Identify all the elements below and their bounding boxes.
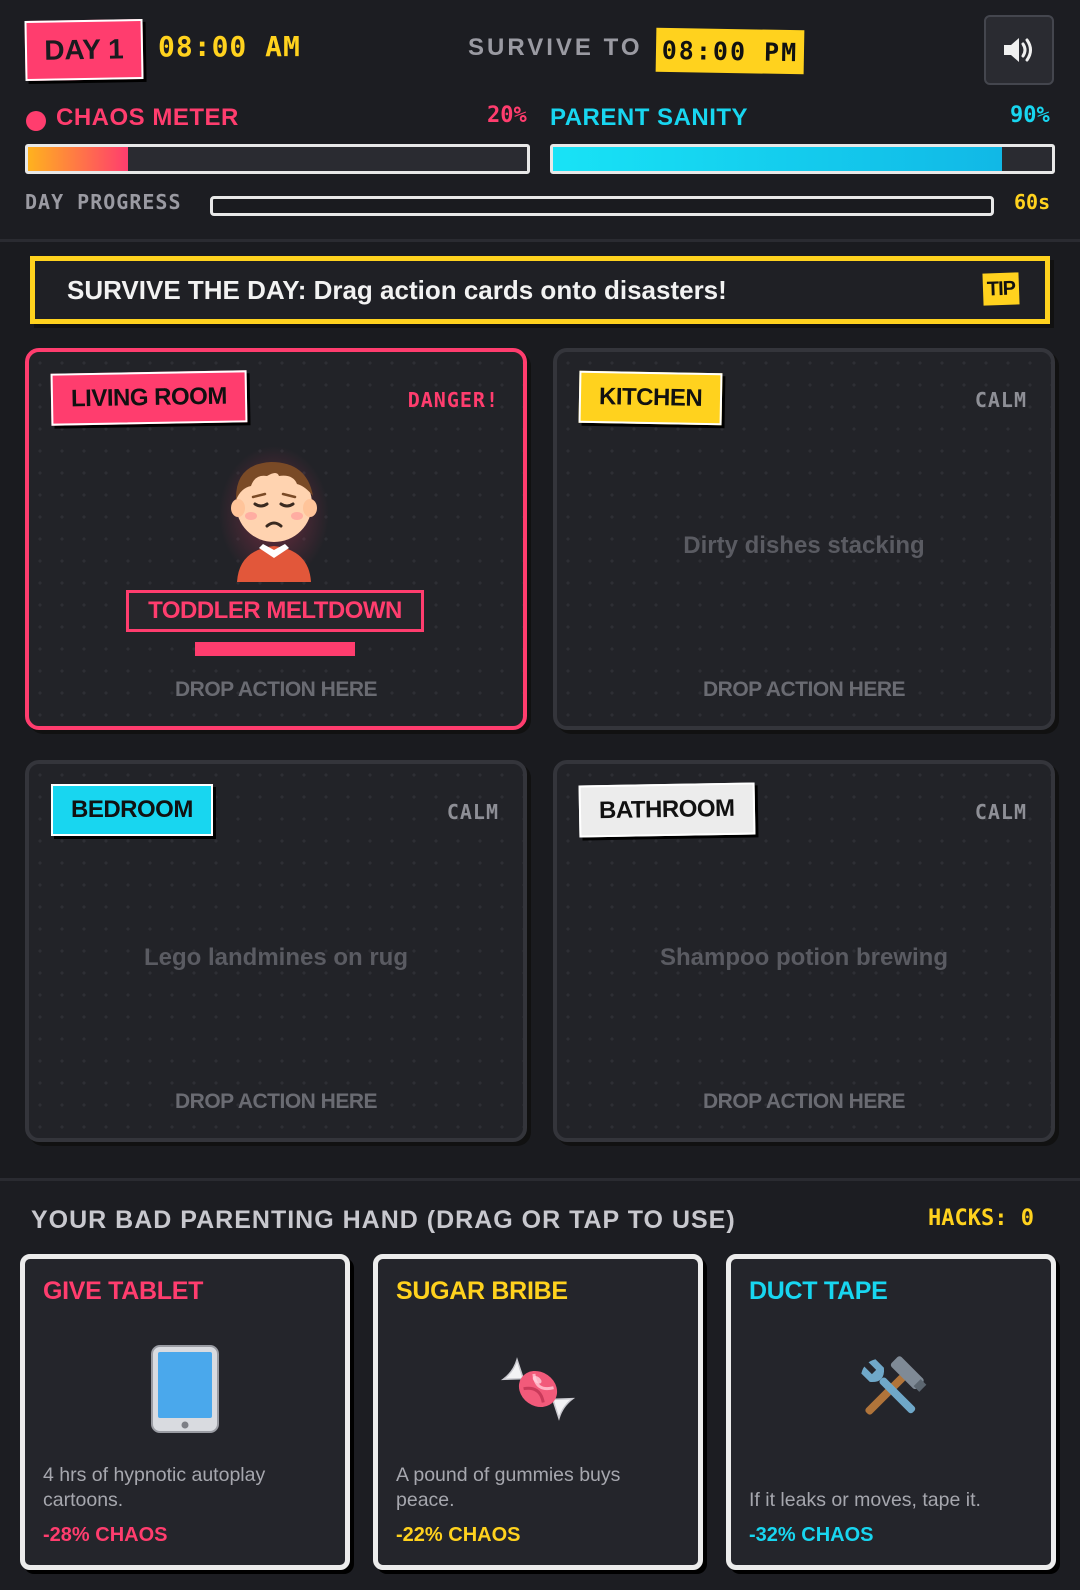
tablet-icon	[151, 1345, 219, 1433]
parent-sanity-label: PARENT SANITY	[550, 104, 749, 131]
room-status: CALM	[974, 800, 1027, 824]
card-duct-tape[interactable]: DUCT TAPE If it leaks or moves, tape it.…	[726, 1254, 1056, 1570]
hacks-counter: HACKS: 0	[928, 1206, 1034, 1231]
chaos-meter-label: CHAOS METER	[56, 104, 239, 131]
tip-badge: TIP	[982, 272, 1020, 306]
parent-sanity-bar	[550, 144, 1055, 174]
chaos-meter-fill	[28, 147, 128, 171]
room-bathroom[interactable]: BATHROOM CALM Shampoo potion brewing DRO…	[553, 760, 1055, 1142]
card-description: 4 hrs of hypnotic autoplay cartoons.	[43, 1464, 266, 1511]
drop-zone-label: DROP ACTION HERE	[174, 678, 378, 701]
game-header: DAY 1 08:00 AM SURVIVE TO 08:00 PM CHAOS…	[0, 0, 1080, 242]
card-icon-area	[25, 1339, 345, 1439]
parent-sanity-fill	[553, 147, 1003, 171]
card-effect: -22% CHAOS	[396, 1524, 521, 1546]
day-progress-label: DAY PROGRESS	[25, 190, 182, 214]
speaker-icon	[1004, 38, 1032, 62]
card-title: DUCT TAPE	[749, 1277, 888, 1305]
tip-banner: SURVIVE THE DAY: Drag action cards onto …	[30, 256, 1050, 324]
room-living-room[interactable]: LIVING ROOM DANGER! TODDLER MELTDOWN DRO…	[25, 348, 527, 730]
disaster-label: TODDLER MELTDOWN	[126, 590, 424, 632]
chaos-meter-percent: 20%	[487, 103, 527, 128]
room-status: DANGER!	[407, 388, 499, 412]
disaster-timer-bar	[195, 642, 355, 656]
survive-label: SURVIVE TO	[468, 34, 643, 61]
card-give-tablet[interactable]: GIVE TABLET 4 hrs of hypnotic autoplay c…	[20, 1254, 350, 1570]
card-effect: -32% CHAOS	[749, 1524, 874, 1546]
card-description: A pound of gummies buys peace.	[396, 1464, 621, 1511]
game-clock: 08:00 AM	[158, 30, 301, 63]
drop-zone-label: DROP ACTION HERE	[702, 1090, 906, 1113]
card-effect: -28% CHAOS	[43, 1524, 168, 1546]
day-progress-timer: 60s	[1014, 190, 1051, 214]
room-status: CALM	[974, 388, 1027, 412]
drop-zone-label: DROP ACTION HERE	[174, 1090, 378, 1113]
day-progress-bar	[210, 196, 994, 216]
sound-toggle-button[interactable]	[984, 15, 1054, 85]
room-description: Dirty dishes stacking	[683, 532, 925, 559]
room-kitchen[interactable]: KITCHEN CALM Dirty dishes stacking DROP …	[553, 348, 1055, 730]
room-tag-bedroom: BEDROOM	[51, 784, 213, 836]
hammer-wrench-icon	[861, 1356, 927, 1415]
room-description: Shampoo potion brewing	[660, 944, 948, 971]
room-bedroom[interactable]: BEDROOM CALM Lego landmines on rug DROP …	[25, 760, 527, 1142]
card-title: GIVE TABLET	[43, 1277, 204, 1305]
room-description: Lego landmines on rug	[143, 944, 408, 971]
drop-zone-label: DROP ACTION HERE	[702, 678, 906, 701]
card-description: If it leaks or moves, tape it.	[749, 1489, 981, 1511]
room-tag-living-room: LIVING ROOM	[50, 370, 248, 426]
chaos-meter-bar	[25, 144, 530, 174]
chaos-indicator-dot	[26, 111, 46, 131]
candy-icon	[500, 1357, 576, 1421]
card-icon-area	[731, 1339, 1051, 1439]
crying-toddler-icon	[219, 446, 329, 582]
card-title: SUGAR BRIBE	[396, 1277, 568, 1305]
card-sugar-bribe[interactable]: SUGAR BRIBE A pound of gummies buys peac…	[373, 1254, 703, 1570]
hand-title: YOUR BAD PARENTING HAND (DRAG OR TAP TO …	[31, 1206, 736, 1234]
card-icon-area	[378, 1339, 698, 1439]
room-tag-bathroom: BATHROOM	[578, 782, 755, 838]
tip-text: SURVIVE THE DAY: Drag action cards onto …	[67, 274, 727, 305]
parent-sanity-percent: 90%	[1010, 103, 1050, 128]
disaster-timer-fill	[195, 642, 355, 656]
survive-target-time: 08:00 PM	[655, 27, 805, 75]
room-tag-kitchen: KITCHEN	[578, 370, 723, 426]
room-status: CALM	[446, 800, 499, 824]
day-badge: DAY 1	[24, 18, 144, 82]
